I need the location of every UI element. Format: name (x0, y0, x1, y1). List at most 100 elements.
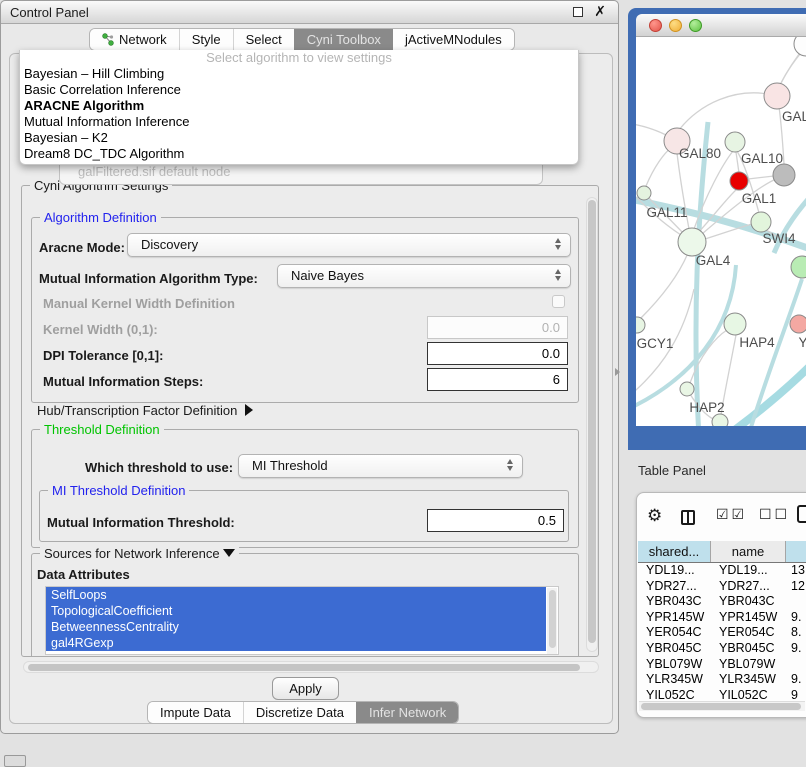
table-cell[interactable]: 9 (786, 688, 806, 699)
table-cell[interactable]: YDR27... (638, 579, 711, 595)
network-node[interactable] (725, 132, 745, 152)
table-row[interactable]: YER054CYER054C8. (638, 625, 806, 641)
network-node[interactable] (790, 315, 806, 333)
collapsed-panel-button[interactable] (4, 755, 26, 767)
table-cell[interactable]: YIL052C (638, 688, 711, 699)
column-layout-icon[interactable] (681, 510, 695, 525)
tab-infer-network[interactable]: Infer Network (356, 702, 458, 723)
network-node[interactable] (751, 212, 771, 232)
tab-select[interactable]: Select (233, 29, 294, 50)
algorithm-item-bayesian-k2[interactable]: Bayesian – K2 (20, 130, 578, 146)
tab-impute-data[interactable]: Impute Data (148, 702, 243, 723)
network-edge[interactable] (636, 123, 666, 135)
table-row[interactable]: YBR045CYBR045C9. (638, 641, 806, 657)
network-canvas[interactable]: GALGAL80GAL10GAL11GAL1SWI4GAL4GCY1HAP4YH… (636, 37, 806, 426)
network-node[interactable] (724, 313, 746, 335)
network-node[interactable] (680, 382, 694, 396)
table-cell[interactable]: YER054C (711, 625, 786, 641)
table-cell[interactable] (786, 594, 806, 610)
which-threshold-combobox[interactable]: MI Threshold (238, 454, 523, 478)
collapse-arrow-icon[interactable] (223, 549, 235, 557)
network-edge[interactable] (646, 147, 672, 186)
network-node[interactable] (637, 186, 651, 200)
table-row[interactable]: YPR145WYPR145W9. (638, 610, 806, 626)
attribute-item-gal4rgexp[interactable]: gal4RGexp (46, 635, 546, 651)
table-row[interactable]: YDR27...YDR27...12 (638, 579, 806, 595)
table-cell[interactable] (786, 657, 806, 673)
algorithm-item-basic-correlation-inference[interactable]: Basic Correlation Inference (20, 82, 578, 98)
attribute-item-betweennesscentrality[interactable]: BetweennessCentrality (46, 619, 546, 635)
manual-kernel-checkbox[interactable] (552, 295, 565, 308)
data-attributes-list[interactable]: SelfLoopsTopologicalCoefficientBetweenne… (45, 586, 559, 655)
network-edge[interactable] (696, 122, 708, 426)
network-node[interactable] (730, 172, 748, 190)
kernel-width-field[interactable]: 0.0 (427, 316, 568, 339)
network-node[interactable] (791, 256, 806, 278)
algorithm-item-mutual-information-inference[interactable]: Mutual Information Inference (20, 114, 578, 130)
table-horizontal-scrollbar[interactable] (639, 701, 805, 711)
network-edge[interactable] (748, 176, 774, 179)
network-edge[interactable] (679, 93, 777, 130)
panel-divider-handle[interactable] (615, 368, 620, 376)
table-cell[interactable]: YDL19... (638, 563, 711, 579)
network-node[interactable] (794, 37, 806, 56)
table-cell[interactable]: 12 (786, 579, 806, 595)
table-cell[interactable]: YDL19... (711, 563, 786, 579)
network-node[interactable] (636, 317, 645, 333)
settings-horizontal-scrollbar[interactable] (23, 661, 599, 673)
close-window-icon[interactable]: ✗ (594, 3, 606, 20)
tab-network[interactable]: Network (90, 29, 179, 50)
float-window-icon[interactable] (573, 7, 583, 17)
table-cell[interactable]: YLR345W (638, 672, 711, 688)
table-cell[interactable]: 13 (786, 563, 806, 579)
apply-button[interactable]: Apply (272, 677, 339, 700)
table-cell[interactable]: 9. (786, 641, 806, 657)
mi-algorithm-type-combobox[interactable]: Naive Bayes (277, 264, 571, 288)
table-row[interactable]: YBL079WYBL079W (638, 657, 806, 673)
unchecked-boxes-icon[interactable]: ☐☐ (759, 506, 790, 523)
attribute-item-selfloops[interactable]: SelfLoops (46, 587, 546, 603)
tab-style[interactable]: Style (179, 29, 233, 50)
tab-discretize-data[interactable]: Discretize Data (243, 702, 356, 723)
table-cell[interactable]: YBR045C (711, 641, 786, 657)
mi-threshold-field[interactable]: 0.5 (427, 509, 564, 532)
table-cell[interactable]: YLR345W (711, 672, 786, 688)
zoom-traffic-light-icon[interactable] (689, 19, 702, 32)
checked-boxes-icon[interactable]: ☑☑ (716, 506, 747, 523)
table-cell[interactable]: 9. (786, 672, 806, 688)
table-cell[interactable]: YDR27... (711, 579, 786, 595)
aracne-mode-combobox[interactable]: Discovery (127, 233, 571, 257)
network-node[interactable] (773, 164, 795, 186)
network-window-titlebar[interactable] (636, 14, 806, 37)
table-cell[interactable]: YPR145W (638, 610, 711, 626)
column-header-shared[interactable]: shared... (638, 541, 711, 562)
gear-icon[interactable]: ⚙ (647, 507, 662, 524)
table-cell[interactable]: YPR145W (711, 610, 786, 626)
table-cell[interactable]: YBR043C (638, 594, 711, 610)
table-row[interactable]: YBR043CYBR043C (638, 594, 806, 610)
network-node[interactable] (764, 83, 790, 109)
dpi-tolerance-field[interactable]: 0.0 (427, 342, 568, 365)
tab-jactivemnodules[interactable]: jActiveMNodules (393, 29, 514, 50)
network-edge[interactable] (748, 279, 802, 426)
table-cell[interactable]: YBR045C (638, 641, 711, 657)
settings-vertical-scrollbar[interactable] (586, 197, 598, 652)
table-cell[interactable]: YIL052C (711, 688, 786, 699)
table-row[interactable]: YLR345WYLR345W9. (638, 672, 806, 688)
network-edge[interactable] (640, 253, 688, 319)
network-edge[interactable] (714, 355, 806, 426)
algorithm-item-aracne-algorithm[interactable]: ARACNE Algorithm (20, 98, 578, 114)
tab-cyni-toolbox[interactable]: Cyni Toolbox (294, 29, 393, 50)
network-node[interactable] (712, 414, 728, 426)
control-panel-titlebar[interactable]: Control Panel ✗ (1, 1, 618, 24)
table-cell[interactable]: 8. (786, 625, 806, 641)
table-cell[interactable]: YBL079W (638, 657, 711, 673)
table-cell[interactable]: YER054C (638, 625, 711, 641)
expand-arrow-icon[interactable] (245, 404, 253, 416)
table-cell[interactable]: YBL079W (711, 657, 786, 673)
algorithm-item-bayesian-hill-climbing[interactable]: Bayesian – Hill Climbing (20, 66, 578, 82)
attribute-item-topologicalcoefficient[interactable]: TopologicalCoefficient (46, 603, 546, 619)
minimize-traffic-light-icon[interactable] (669, 19, 682, 32)
hub-section-label[interactable]: Hub/Transcription Factor Definition (37, 403, 253, 418)
table-options-icon[interactable] (797, 505, 806, 523)
